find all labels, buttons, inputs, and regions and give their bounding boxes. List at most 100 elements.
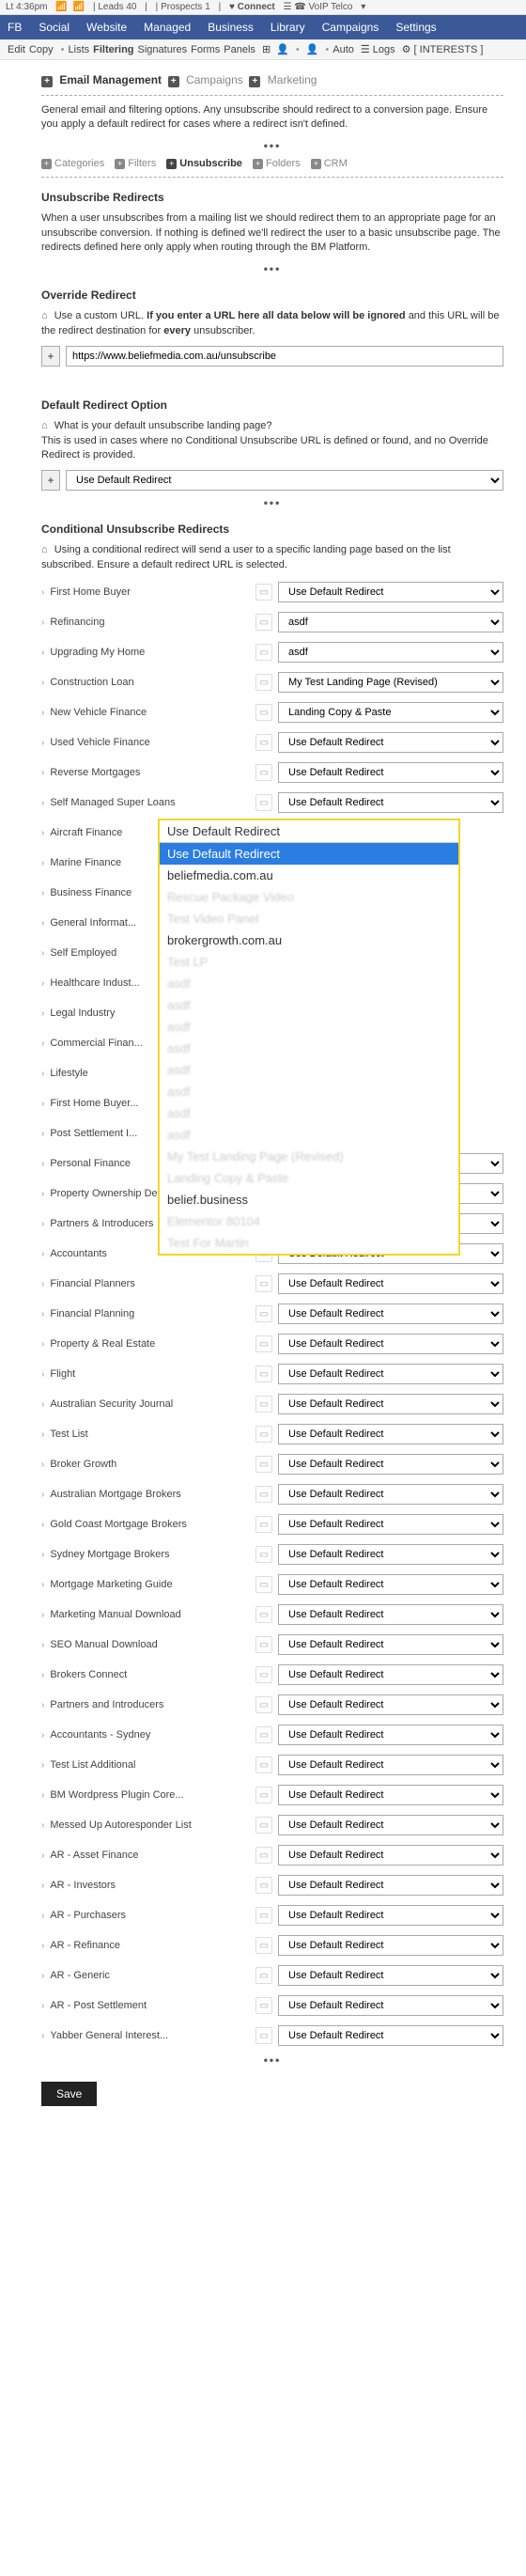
- conditional-redirect-select[interactable]: Use Default Redirect: [278, 1604, 503, 1625]
- page-icon[interactable]: ▭: [255, 674, 272, 691]
- conditional-redirect-select[interactable]: Use Default Redirect: [278, 1484, 503, 1505]
- grid-icon[interactable]: ⊞: [262, 43, 271, 55]
- conditional-redirect-select[interactable]: Use Default Redirect: [278, 1815, 503, 1835]
- tab-categories[interactable]: Categories: [54, 158, 104, 169]
- plus-icon[interactable]: +: [41, 159, 52, 169]
- user-icon[interactable]: 👤: [276, 43, 289, 55]
- plus-icon[interactable]: +: [253, 159, 263, 169]
- nav-library[interactable]: Library: [271, 21, 305, 34]
- breadcrumb-campaigns[interactable]: Campaigns: [186, 73, 243, 86]
- dropdown-option-blur[interactable]: asdf: [160, 1038, 458, 1059]
- conditional-redirect-select[interactable]: Use Default Redirect: [278, 1785, 503, 1805]
- nav-settings[interactable]: Settings: [395, 21, 436, 34]
- page-icon[interactable]: ▭: [255, 794, 272, 811]
- default-redirect-select[interactable]: Use Default Redirect: [66, 470, 503, 491]
- page-icon[interactable]: ▭: [255, 1696, 272, 1713]
- dropdown-option-blur[interactable]: My Test Landing Page (Revised): [160, 1146, 458, 1167]
- conditional-redirect-select[interactable]: Use Default Redirect: [278, 1544, 503, 1565]
- conditional-redirect-select[interactable]: Use Default Redirect: [278, 1905, 503, 1926]
- conditional-redirect-select[interactable]: asdf: [278, 612, 503, 632]
- plus-icon[interactable]: +: [41, 76, 53, 87]
- conditional-redirect-select[interactable]: Use Default Redirect: [278, 1845, 503, 1866]
- breadcrumb-marketing[interactable]: Marketing: [268, 73, 317, 86]
- save-button[interactable]: Save: [41, 2082, 97, 2106]
- nav-website[interactable]: Website: [86, 21, 127, 34]
- conditional-redirect-select[interactable]: Use Default Redirect: [278, 1755, 503, 1775]
- conditional-redirect-select[interactable]: Use Default Redirect: [278, 1334, 503, 1354]
- page-icon[interactable]: ▭: [255, 1877, 272, 1894]
- conditional-redirect-select[interactable]: Use Default Redirect: [278, 1634, 503, 1655]
- dropdown-option-blur[interactable]: asdf: [160, 994, 458, 1016]
- page-icon[interactable]: ▭: [255, 1636, 272, 1653]
- page-icon[interactable]: ▭: [255, 1756, 272, 1773]
- tab-folders[interactable]: Folders: [266, 158, 301, 169]
- redirect-dropdown-open[interactable]: Use Default Redirect Use Default Redirec…: [158, 819, 460, 1256]
- plus-icon[interactable]: +: [166, 159, 177, 169]
- plus-icon[interactable]: +: [115, 159, 125, 169]
- page-icon[interactable]: ▭: [255, 1426, 272, 1443]
- gear-icon[interactable]: ⚙: [402, 43, 411, 55]
- nav-fb[interactable]: FB: [8, 21, 22, 34]
- nav-managed[interactable]: Managed: [144, 21, 191, 34]
- page-icon[interactable]: ▭: [255, 584, 272, 601]
- page-icon[interactable]: ▭: [255, 1366, 272, 1382]
- conditional-redirect-select[interactable]: Use Default Redirect: [278, 1694, 503, 1715]
- page-icon[interactable]: ▭: [255, 2027, 272, 2044]
- page-icon[interactable]: ▭: [255, 1997, 272, 2014]
- page-icon[interactable]: ▭: [255, 1516, 272, 1533]
- subnav-lists[interactable]: Lists: [69, 44, 90, 55]
- page-icon[interactable]: ▭: [255, 1456, 272, 1473]
- dropdown-option-blur[interactable]: Test For Martin: [160, 1232, 458, 1254]
- dropdown-option-blur[interactable]: Test Video Panel: [160, 908, 458, 929]
- override-url-input[interactable]: [66, 346, 503, 367]
- dropdown-option-blur[interactable]: Test LP: [160, 951, 458, 973]
- page-icon[interactable]: ▭: [255, 644, 272, 661]
- nav-business[interactable]: Business: [208, 21, 254, 34]
- subnav-edit[interactable]: Edit: [8, 44, 25, 55]
- conditional-redirect-select[interactable]: Landing Copy & Paste: [278, 702, 503, 723]
- page-icon[interactable]: ▭: [255, 1937, 272, 1954]
- dropdown-option-blur[interactable]: asdf: [160, 1124, 458, 1146]
- page-icon[interactable]: ▭: [255, 734, 272, 751]
- conditional-redirect-select[interactable]: Use Default Redirect: [278, 1935, 503, 1956]
- tab-filters[interactable]: Filters: [128, 158, 156, 169]
- page-icon[interactable]: ▭: [255, 1335, 272, 1352]
- subnav-filtering[interactable]: Filtering: [93, 44, 133, 55]
- page-icon[interactable]: ▭: [255, 1305, 272, 1322]
- subnav-logs[interactable]: Logs: [373, 44, 395, 55]
- page-icon[interactable]: ▭: [255, 764, 272, 781]
- conditional-redirect-select[interactable]: Use Default Redirect: [278, 1454, 503, 1475]
- dropdown-option-domain[interactable]: beliefmedia.com.au: [160, 865, 458, 886]
- conditional-redirect-select[interactable]: My Test Landing Page (Revised): [278, 672, 503, 693]
- conditional-redirect-select[interactable]: Use Default Redirect: [278, 1725, 503, 1745]
- page-icon[interactable]: ▭: [255, 1847, 272, 1864]
- conditional-redirect-select[interactable]: Use Default Redirect: [278, 1364, 503, 1384]
- tab-crm[interactable]: CRM: [324, 158, 348, 169]
- conditional-redirect-select[interactable]: Use Default Redirect: [278, 1273, 503, 1294]
- page-icon[interactable]: ▭: [255, 1967, 272, 1984]
- expand-button[interactable]: +: [41, 346, 60, 367]
- dropdown-option-blur[interactable]: asdf: [160, 973, 458, 994]
- conditional-redirect-select[interactable]: Use Default Redirect: [278, 732, 503, 753]
- dropdown-option-blur[interactable]: Landing Copy & Paste: [160, 1167, 458, 1189]
- conditional-redirect-select[interactable]: Use Default Redirect: [278, 582, 503, 602]
- page-icon[interactable]: ▭: [255, 1606, 272, 1623]
- breadcrumb-email[interactable]: Email Management: [59, 73, 162, 86]
- page-icon[interactable]: ▭: [255, 704, 272, 721]
- conditional-redirect-select[interactable]: Use Default Redirect: [278, 1304, 503, 1324]
- conditional-redirect-select[interactable]: Use Default Redirect: [278, 1424, 503, 1444]
- subnav-signatures[interactable]: Signatures: [138, 44, 188, 55]
- dropdown-option-blur[interactable]: Elementor 80104: [160, 1210, 458, 1232]
- subnav-interests[interactable]: [ INTERESTS ]: [414, 44, 484, 55]
- subnav-copy[interactable]: Copy: [29, 44, 54, 55]
- tab-unsubscribe[interactable]: Unsubscribe: [179, 158, 242, 169]
- page-icon[interactable]: ▭: [255, 1787, 272, 1803]
- dropdown-option-blur[interactable]: asdf: [160, 1081, 458, 1102]
- dropdown-option-blur[interactable]: Rescue Package Video: [160, 886, 458, 908]
- dropdown-option-blur[interactable]: asdf: [160, 1016, 458, 1038]
- page-icon[interactable]: ▭: [255, 1486, 272, 1503]
- conditional-redirect-select[interactable]: Use Default Redirect: [278, 792, 503, 813]
- conditional-redirect-select[interactable]: Use Default Redirect: [278, 762, 503, 783]
- nav-social[interactable]: Social: [39, 21, 70, 34]
- page-icon[interactable]: ▭: [255, 1576, 272, 1593]
